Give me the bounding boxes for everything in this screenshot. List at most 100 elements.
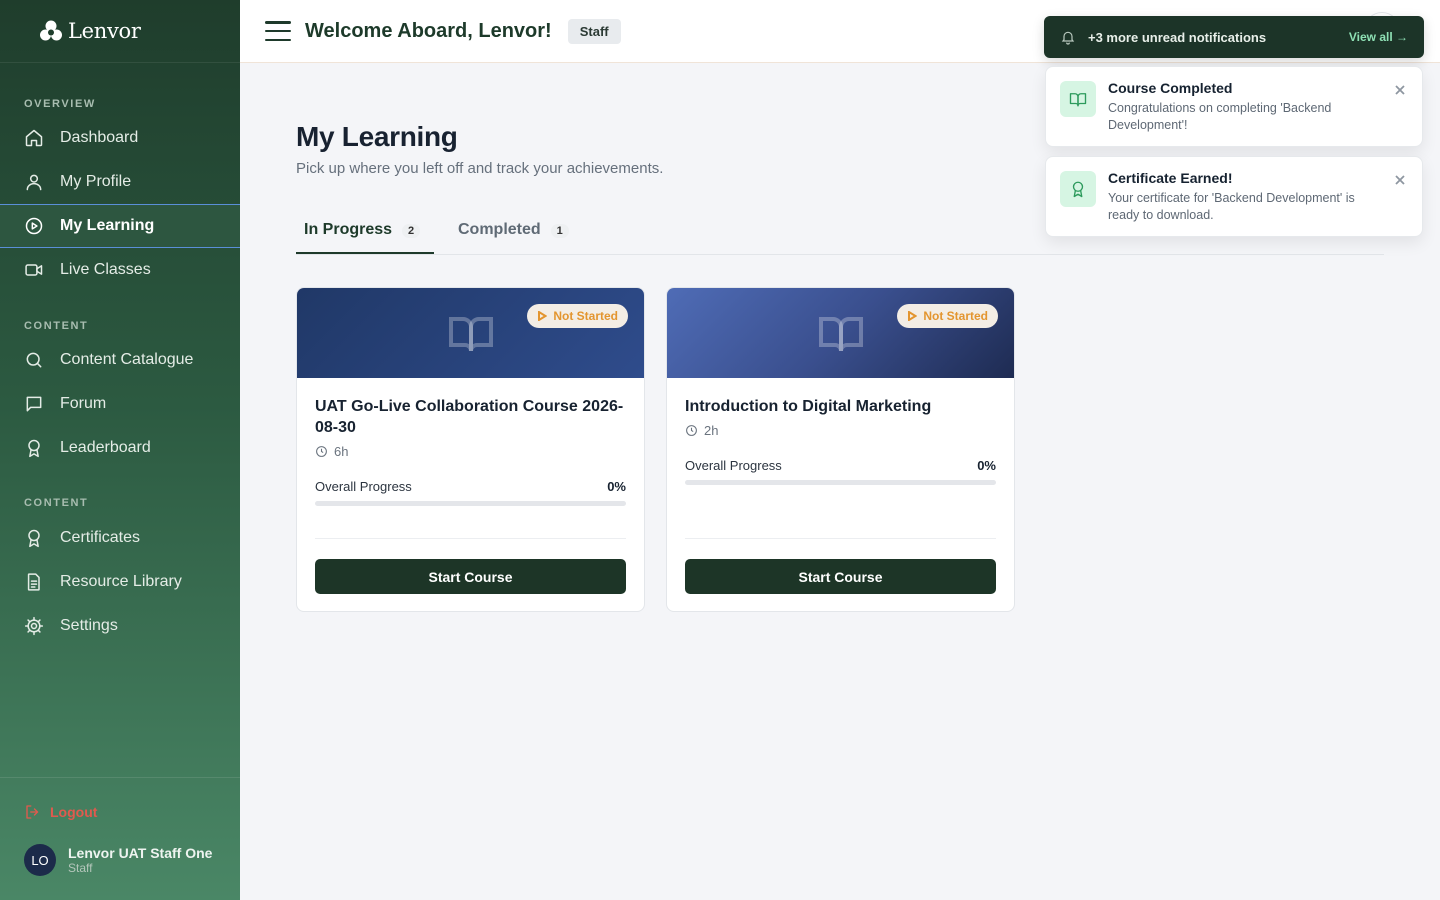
start-course-button[interactable]: Start Course (685, 559, 996, 594)
toast-icon-wrap (1060, 171, 1096, 207)
toast-icon-wrap (1060, 81, 1096, 117)
sidebar-item-label: Content Catalogue (60, 351, 194, 368)
course-banner: Not Started (297, 288, 644, 378)
course-card[interactable]: Not Started UAT Go-Live Collaboration Co… (296, 287, 645, 612)
sidebar-item-my-profile[interactable]: My Profile (0, 160, 240, 204)
course-duration: 6h (315, 444, 626, 459)
brand[interactable]: Lenvor (0, 0, 240, 63)
tab-count-badge: 2 (402, 224, 421, 238)
chat-icon (26, 396, 42, 412)
gear-icon (24, 616, 44, 636)
sidebar-item-forum[interactable]: Forum (0, 382, 240, 426)
progress-percent: 0% (977, 458, 996, 473)
sidebar-item-dashboard[interactable]: Dashboard (0, 116, 240, 160)
sidebar-item-label: Dashboard (60, 129, 139, 146)
notification-summary-bar[interactable]: +3 more unread notifications View all → (1044, 16, 1424, 58)
user-role: Staff (68, 861, 93, 875)
sidebar-item-label: Live Classes (60, 261, 151, 278)
course-title: Introduction to Digital Marketing (685, 398, 932, 415)
status-badge: Not Started (897, 304, 998, 328)
play-icon (908, 311, 918, 321)
course-banner: Not Started (667, 288, 1014, 378)
sidebar-item-label: Certificates (60, 529, 141, 546)
toast-message: Your certificate for 'Backend Developmen… (1108, 191, 1355, 222)
duration-value: 6h (334, 444, 349, 459)
sidebar-item-label: My Profile (60, 173, 132, 190)
hamburger-icon-line (265, 29, 291, 33)
sidebar-item-leaderboard[interactable]: Leaderboard (0, 426, 240, 470)
play-circle-icon (25, 217, 43, 235)
card-divider (685, 538, 996, 539)
start-course-button[interactable]: Start Course (315, 559, 626, 594)
sidebar-item-label: Forum (60, 395, 107, 412)
play-icon (538, 311, 548, 321)
toast-message: Congratulations on completing 'Backend D… (1108, 101, 1332, 132)
course-card[interactable]: Not Started Introduction to Digital Mark… (666, 287, 1015, 612)
duration-value: 2h (704, 423, 719, 438)
sidebar: Lenvor OVERVIEW Dashboard My Profile My … (0, 0, 240, 900)
tab-count-badge: 1 (550, 224, 569, 238)
view-all-link[interactable]: View all → (1349, 30, 1408, 44)
course-card-body: Introduction to Digital Marketing 2h Ove… (667, 378, 1014, 611)
sidebar-item-label: Settings (60, 617, 118, 634)
sidebar-item-label: My Learning (60, 217, 155, 234)
tab-completed[interactable]: Completed 1 (458, 213, 569, 255)
status-label: Not Started (923, 309, 988, 323)
tab-in-progress[interactable]: In Progress 2 (296, 213, 435, 254)
logout-label: Logout (50, 804, 98, 820)
video-icon (25, 264, 43, 276)
logout-button[interactable]: Logout (24, 803, 97, 821)
role-badge: Staff (567, 18, 621, 44)
clock-icon (686, 425, 697, 436)
sidebar-item-label: Resource Library (60, 573, 182, 590)
progress-percent: 0% (607, 479, 626, 494)
book-icon (1069, 93, 1087, 107)
brand-name: Lenvor (68, 19, 141, 43)
close-icon[interactable] (1394, 83, 1406, 95)
hamburger-icon-line (265, 38, 291, 41)
tab-label: Completed (458, 221, 541, 238)
course-title: UAT Go-Live Collaboration Course 2026-08… (315, 398, 624, 436)
sidebar-item-resource-library[interactable]: Resource Library (0, 560, 240, 604)
logout-icon (26, 805, 39, 819)
bell-icon (1061, 31, 1075, 45)
award-icon (1072, 181, 1084, 198)
course-duration: 2h (685, 423, 996, 438)
sidebar-footer: Logout LO Lenvor UAT Staff One Staff (0, 777, 240, 900)
hamburger-icon-line (265, 21, 291, 24)
sidebar-item-certificates[interactable]: Certificates (0, 516, 240, 560)
notification-toast[interactable]: Course Completed Congratulations on comp… (1045, 66, 1423, 147)
sidebar-item-settings[interactable]: Settings (0, 604, 240, 648)
tab-label: In Progress (304, 221, 393, 238)
book-icon (818, 317, 863, 352)
status-badge: Not Started (527, 304, 628, 328)
sidebar-item-content-catalogue[interactable]: Content Catalogue (0, 338, 240, 382)
menu-toggle-button[interactable] (265, 21, 291, 41)
document-icon (27, 573, 40, 591)
award-icon (28, 529, 40, 548)
close-icon[interactable] (1394, 173, 1406, 185)
user-icon (26, 174, 42, 191)
progress-row: Overall Progress 0% (315, 479, 626, 494)
page-title: My Learning (296, 121, 458, 152)
section-label-overview: OVERVIEW (24, 98, 96, 110)
avatar: LO (24, 844, 56, 876)
user-name: Lenvor UAT Staff One (68, 845, 213, 861)
card-divider (315, 538, 626, 539)
section-label-content-2: CONTENT (24, 497, 89, 509)
page-subtitle: Pick up where you left off and track you… (296, 160, 664, 177)
progress-row: Overall Progress 0% (685, 458, 996, 473)
sidebar-item-live-classes[interactable]: Live Classes (0, 248, 240, 292)
progress-bar (315, 501, 626, 506)
progress-label: Overall Progress (315, 479, 412, 494)
progress-bar (685, 480, 996, 485)
toast-title: Course Completed (1108, 80, 1233, 96)
user-profile[interactable]: LO Lenvor UAT Staff One Staff (24, 844, 212, 876)
notification-toast[interactable]: Certificate Earned! Your certificate for… (1045, 156, 1423, 237)
status-label: Not Started (553, 309, 618, 323)
progress-label: Overall Progress (685, 458, 782, 473)
welcome-title: Welcome Aboard, Lenvor! (305, 19, 552, 42)
sidebar-item-my-learning[interactable]: My Learning (0, 204, 240, 248)
notification-summary-text: +3 more unread notifications (1088, 29, 1267, 45)
section-label-content: CONTENT (24, 320, 89, 332)
